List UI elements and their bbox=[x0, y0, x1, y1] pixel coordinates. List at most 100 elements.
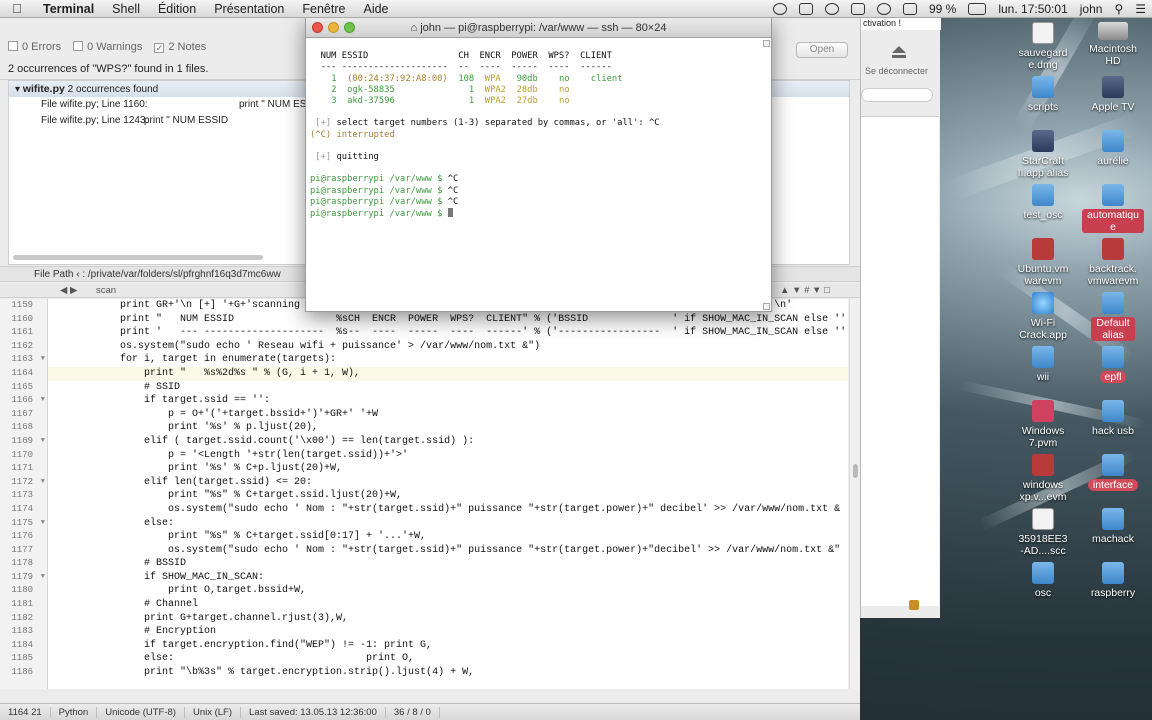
wifi-status-icon[interactable] bbox=[876, 3, 891, 15]
code-line[interactable]: elif len(target.ssid) <= 20: bbox=[48, 476, 848, 490]
desktop-icon-test-osc[interactable]: test_osc bbox=[1004, 184, 1082, 221]
fold-triangle-icon[interactable]: ▼ bbox=[41, 394, 45, 408]
desktop-icon-windows-xp[interactable]: windows xp.v...evm bbox=[1004, 454, 1082, 503]
menu-app-name[interactable]: Terminal bbox=[34, 2, 103, 16]
code-line[interactable]: print '%s' % p.ljust(20), bbox=[48, 421, 848, 435]
eject-icon[interactable] bbox=[891, 45, 907, 59]
scroll-thumb[interactable] bbox=[853, 464, 858, 478]
notes-checkbox[interactable]: ✓ bbox=[154, 43, 165, 53]
split-controls-icon[interactable]: ▲ ▼ # ▼ □ bbox=[780, 284, 830, 297]
desktop-icon-interface[interactable]: interface bbox=[1074, 454, 1152, 491]
desktop-icon-ubuntu[interactable]: Ubuntu.vm warevm bbox=[1004, 238, 1082, 287]
code-line[interactable]: os.system("sudo echo ' Nom : "+str(targe… bbox=[48, 544, 848, 558]
fold-triangle-icon[interactable]: ▼ bbox=[41, 476, 45, 490]
menu-edition[interactable]: Édition bbox=[149, 2, 205, 16]
errors-checkbox[interactable] bbox=[8, 41, 18, 51]
shell-line-current[interactable]: pi@raspberrypi /var/www $ bbox=[310, 208, 453, 219]
volume-icon[interactable] bbox=[902, 3, 917, 15]
code-line[interactable]: # Channel bbox=[48, 598, 848, 612]
desktop-icon-starcraft[interactable]: StarCraft II.app alias bbox=[1004, 130, 1082, 179]
code-line[interactable]: print "%s" % C+target.ssid.ljust(20)+W, bbox=[48, 489, 848, 503]
encoding-popup[interactable]: Unicode (UTF-8) bbox=[97, 706, 185, 718]
desktop-icon-wifi-crack[interactable]: Wi-Fi Crack.app bbox=[1004, 292, 1082, 341]
code-line[interactable]: # Encryption bbox=[48, 625, 848, 639]
code-line[interactable]: if target.encryption.find("WEP") != -1: … bbox=[48, 639, 848, 653]
horizontal-scrollbar[interactable] bbox=[13, 255, 263, 260]
apple-menu-icon[interactable]:  bbox=[0, 1, 34, 16]
disconnect-button[interactable]: Se déconnecter bbox=[865, 66, 928, 76]
code-line[interactable]: p = O+'('+target.bssid+')'+GR+' '+W bbox=[48, 408, 848, 422]
menu-aide[interactable]: Aide bbox=[354, 2, 397, 16]
menu-clock[interactable]: lun. 17:50:01 bbox=[992, 2, 1073, 16]
open-button[interactable]: Open bbox=[796, 42, 848, 58]
desktop-icon-hack-usb[interactable]: hack usb bbox=[1074, 400, 1152, 437]
zoom-button[interactable] bbox=[344, 22, 355, 33]
errors-filter[interactable]: 0 Errors bbox=[8, 41, 61, 53]
battery-icon[interactable] bbox=[968, 3, 987, 15]
minimize-button[interactable] bbox=[328, 22, 339, 33]
function-scope-popup[interactable]: scan bbox=[96, 284, 116, 297]
code-line[interactable]: print G+target.channel.rjust(3),W, bbox=[48, 612, 848, 626]
code-line[interactable]: os.system("sudo echo ' Reseau wifi + pui… bbox=[48, 340, 848, 354]
search-field[interactable] bbox=[861, 88, 933, 102]
terminal-output[interactable]: NUM ESSID CH ENCR POWER WPS? CLIENT --- … bbox=[306, 38, 771, 231]
code-line[interactable]: print ' --- -------------------- %s-- --… bbox=[48, 326, 848, 340]
desktop-icon-raspberry[interactable]: raspberry bbox=[1074, 562, 1152, 599]
bluetooth-icon[interactable] bbox=[850, 3, 865, 15]
fold-triangle-icon[interactable]: ▼ bbox=[41, 517, 45, 531]
menu-shell[interactable]: Shell bbox=[103, 2, 149, 16]
desktop-icon-epfl[interactable]: epfl bbox=[1074, 346, 1152, 383]
language-popup[interactable]: Python bbox=[51, 706, 98, 718]
desktop-icon-machack[interactable]: machack bbox=[1074, 508, 1152, 545]
line-endings-popup[interactable]: Unix (LF) bbox=[185, 706, 242, 718]
code-line[interactable]: print "%s" % C+target.ssid[0:17] + '...'… bbox=[48, 530, 848, 544]
code-line[interactable]: os.system("sudo echo ' Nom : "+str(targe… bbox=[48, 503, 848, 517]
code-line[interactable]: else: bbox=[48, 517, 848, 531]
vertical-scrollbar[interactable] bbox=[849, 299, 860, 689]
sync-status-icon[interactable] bbox=[772, 3, 787, 15]
close-button[interactable] bbox=[312, 22, 323, 33]
fold-triangle-icon[interactable]: ▼ bbox=[41, 571, 45, 585]
scroll-down-arrow-icon[interactable] bbox=[763, 303, 770, 310]
desktop-icon-automatique[interactable]: automatiqu e bbox=[1074, 184, 1152, 233]
warnings-checkbox[interactable] bbox=[73, 41, 84, 51]
code-line[interactable]: print " NUM ESSID %sCH ENCR POWER WPS? C… bbox=[48, 313, 848, 327]
desktop-icon-scripts[interactable]: scripts bbox=[1004, 76, 1082, 113]
code-line[interactable]: print '%s' % C+p.ljust(20)+W, bbox=[48, 462, 848, 476]
desktop-icon-scc-file[interactable]: 35918EE3 -AD....scc bbox=[1004, 508, 1082, 557]
desktop-icon-wii[interactable]: wii bbox=[1004, 346, 1082, 383]
menu-presentation[interactable]: Présentation bbox=[205, 2, 293, 16]
terminal-scrollbar[interactable] bbox=[763, 40, 770, 310]
code-line[interactable]: if SHOW_MAC_IN_SCAN: bbox=[48, 571, 848, 585]
desktop-icon-sauvegarde.dmg[interactable]: sauvegard e.dmg bbox=[1004, 22, 1082, 71]
code-line[interactable]: if target.ssid == '': bbox=[48, 394, 848, 408]
fold-triangle-icon[interactable]: ▼ bbox=[41, 353, 45, 367]
lock-icon[interactable] bbox=[909, 600, 919, 610]
warnings-filter[interactable]: 0 Warnings bbox=[73, 41, 142, 53]
battery-percentage[interactable]: 99 % bbox=[923, 2, 962, 16]
desktop-icon-macintosh-hd[interactable]: Macintosh HD bbox=[1074, 22, 1152, 67]
menu-user[interactable]: john bbox=[1074, 2, 1109, 16]
notes-filter[interactable]: ✓ 2 Notes bbox=[154, 41, 206, 53]
desktop-icon-default-alias[interactable]: Default alias bbox=[1074, 292, 1152, 341]
menu-fenetre[interactable]: Fenêtre bbox=[293, 2, 354, 16]
fold-triangle-icon[interactable]: ▼ bbox=[41, 435, 45, 449]
scroll-up-arrow-icon[interactable] bbox=[763, 40, 770, 47]
code-line[interactable]: for i, target in enumerate(targets): bbox=[48, 353, 848, 367]
code-line[interactable]: elif ( target.ssid.count('\x00') == len(… bbox=[48, 435, 848, 449]
code-line[interactable]: print " %s%2d%s " % (G, i + 1, W), bbox=[48, 366, 848, 381]
notification-center-icon[interactable]: ☰ bbox=[1129, 2, 1152, 16]
code-line[interactable]: print O,target.bssid+W, bbox=[48, 584, 848, 598]
disclosure-triangle-icon[interactable]: ▾ bbox=[15, 84, 20, 95]
desktop-icon-backtrack[interactable]: backtrack. vmwarevm bbox=[1074, 238, 1152, 287]
code-line[interactable]: p = '<Length '+str(len(target.ssid))+'>' bbox=[48, 449, 848, 463]
desktop-icon-apple-tv[interactable]: Apple TV bbox=[1074, 76, 1152, 113]
code-line[interactable]: # SSID bbox=[48, 381, 848, 395]
code-line[interactable]: # BSSID bbox=[48, 557, 848, 571]
time-machine-icon[interactable] bbox=[824, 3, 839, 15]
code-line[interactable]: else: print O, bbox=[48, 652, 848, 666]
desktop-icon-aurelie[interactable]: aurélie bbox=[1074, 130, 1152, 167]
desktop-icon-osc[interactable]: osc bbox=[1004, 562, 1082, 599]
spotlight-icon[interactable]: ⚲ bbox=[1108, 2, 1129, 16]
desktop-icon-windows7[interactable]: Windows 7.pvm bbox=[1004, 400, 1082, 449]
